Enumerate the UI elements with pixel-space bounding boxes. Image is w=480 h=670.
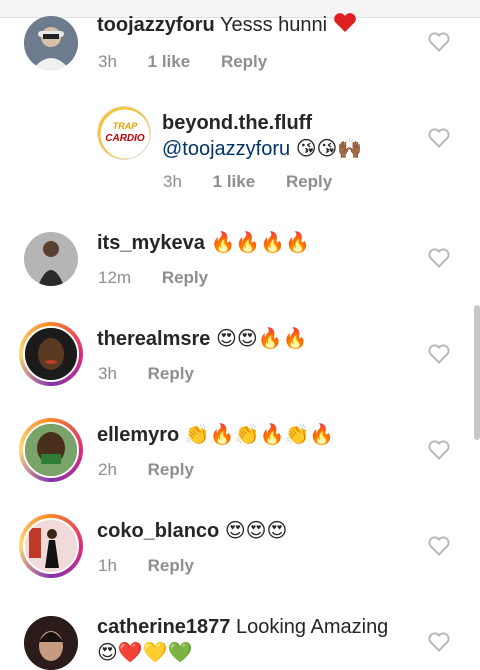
- svg-text:CARDIO: CARDIO: [105, 133, 145, 144]
- username[interactable]: its_mykeva: [97, 232, 205, 254]
- reply-button[interactable]: Reply: [286, 172, 332, 191]
- timestamp: 2h: [98, 460, 117, 479]
- comment-meta: 3h 1 like Reply: [98, 52, 293, 72]
- emoji-text: 😍😍🔥🔥: [215, 328, 308, 350]
- mention-link[interactable]: @toojazzyforu: [162, 138, 290, 160]
- like-heart-icon[interactable]: [428, 632, 450, 652]
- emoji-text: 👏🔥👏🔥👏🔥: [184, 424, 335, 446]
- likes-count[interactable]: 1 like: [148, 52, 191, 71]
- emoji-line: 😍❤️💛💚: [97, 640, 193, 666]
- comment-body: Looking Amazing: [235, 616, 389, 638]
- timestamp: 3h: [163, 172, 182, 191]
- reply-button[interactable]: Reply: [221, 52, 267, 71]
- comment-text: ellemyro 👏🔥👏🔥👏🔥: [97, 422, 334, 448]
- emoji-text: 🔥🔥🔥🔥: [210, 232, 311, 254]
- comment-meta: 2h Reply: [98, 460, 220, 480]
- comment-text: beyond.the.fluff: [162, 110, 312, 136]
- comment-meta: 12m Reply: [98, 268, 234, 288]
- heart-emoji: [333, 13, 357, 36]
- like-heart-icon[interactable]: [428, 536, 450, 556]
- like-heart-icon[interactable]: [428, 248, 450, 268]
- reply-button[interactable]: Reply: [148, 556, 194, 575]
- like-heart-icon[interactable]: [428, 32, 450, 52]
- comment-text: therealmsre 😍😍🔥🔥: [97, 326, 307, 352]
- comment-body: Yesss hunni: [219, 14, 328, 36]
- avatar-story-ring[interactable]: [19, 514, 83, 578]
- avatar[interactable]: TRAP CARDIO: [97, 106, 151, 160]
- username[interactable]: catherine1877: [97, 616, 230, 638]
- avatar[interactable]: [24, 616, 78, 670]
- emoji-text: 😘😘🙌🏾: [295, 138, 363, 160]
- username[interactable]: beyond.the.fluff: [162, 112, 312, 134]
- comment-text: toojazzyforu Yesss hunni: [97, 12, 357, 38]
- timestamp: 1h: [98, 556, 117, 575]
- comment-meta: 3h 1 like Reply: [163, 172, 358, 192]
- avatar-story-ring[interactable]: [19, 418, 83, 482]
- reply-button[interactable]: Reply: [162, 268, 208, 287]
- avatar[interactable]: [24, 232, 78, 286]
- like-heart-icon[interactable]: [428, 128, 450, 148]
- like-heart-icon[interactable]: [428, 440, 450, 460]
- username[interactable]: coko_blanco: [97, 520, 219, 542]
- svg-text:TRAP: TRAP: [113, 121, 138, 131]
- comment-body: @toojazzyforu 😘😘🙌🏾: [162, 136, 362, 162]
- reply-button[interactable]: Reply: [148, 364, 194, 383]
- timestamp: 3h: [98, 364, 117, 383]
- comment-text: catherine1877 Looking Amazing: [97, 614, 388, 640]
- username[interactable]: therealmsre: [97, 328, 210, 350]
- comment-meta: 3h Reply: [98, 364, 220, 384]
- avatar[interactable]: [24, 16, 78, 70]
- avatar-story-ring[interactable]: [19, 322, 83, 386]
- emoji-text: 😍😍😍: [224, 520, 288, 542]
- reply-button[interactable]: Reply: [148, 460, 194, 479]
- like-heart-icon[interactable]: [428, 344, 450, 364]
- username[interactable]: toojazzyforu: [97, 14, 215, 36]
- emoji-text: 😍❤️💛💚: [97, 642, 193, 664]
- username[interactable]: ellemyro: [97, 424, 179, 446]
- timestamp: 3h: [98, 52, 117, 71]
- comment-meta: 1h Reply: [98, 556, 220, 576]
- comment-text: coko_blanco 😍😍😍: [97, 518, 287, 544]
- likes-count[interactable]: 1 like: [213, 172, 256, 191]
- comment-text: its_mykeva 🔥🔥🔥🔥: [97, 230, 310, 256]
- scrollbar[interactable]: [474, 305, 480, 440]
- timestamp: 12m: [98, 268, 132, 287]
